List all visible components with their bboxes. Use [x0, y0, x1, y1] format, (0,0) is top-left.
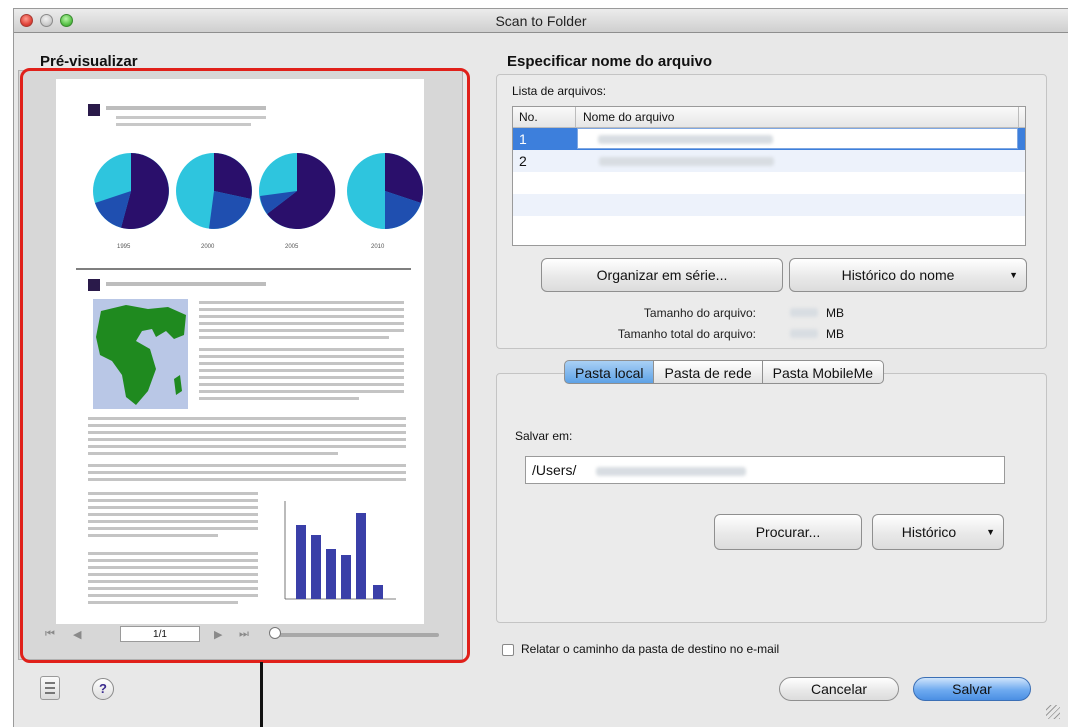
report-path-checkbox[interactable]: [502, 644, 514, 656]
window-title: Scan to Folder: [495, 13, 587, 29]
total-size-unit: MB: [826, 327, 844, 341]
tab-network-folder[interactable]: Pasta de rede: [653, 360, 763, 384]
title-bar: Scan to Folder: [14, 9, 1068, 33]
table-row-empty: [513, 172, 1025, 194]
file-list-table[interactable]: No. Nome do arquivo 1 2: [512, 106, 1026, 246]
report-path-label[interactable]: Relatar o caminho da pasta de destino no…: [521, 642, 779, 656]
tab-local-folder[interactable]: Pasta local: [564, 360, 655, 384]
total-size-value: [790, 329, 818, 338]
dropdown-arrow-icon: ▼: [1009, 270, 1018, 280]
preview-highlight-callout: [20, 68, 470, 663]
table-row[interactable]: 2: [513, 150, 1025, 172]
organize-series-button[interactable]: Organizar em série...: [541, 258, 783, 292]
table-row[interactable]: 1: [513, 128, 1025, 150]
browse-button[interactable]: Procurar...: [714, 514, 862, 550]
file-size-unit: MB: [826, 306, 844, 320]
save-history-label: Histórico: [901, 524, 957, 540]
filename-section-title: Especificar nome do arquivo: [507, 53, 713, 70]
column-filename[interactable]: Nome do arquivo: [583, 110, 674, 124]
tab-mobileme-folder[interactable]: Pasta MobileMe: [761, 360, 885, 384]
column-no[interactable]: No.: [519, 110, 538, 124]
name-history-label: Histórico do nome: [841, 267, 955, 283]
file-list-label: Lista de arquivos:: [512, 84, 607, 98]
resize-grip[interactable]: [1046, 705, 1060, 719]
file-list-header: No. Nome do arquivo: [513, 107, 1025, 128]
name-history-button[interactable]: Histórico do nome ▼: [789, 258, 1027, 292]
help-icon[interactable]: ?: [92, 678, 114, 700]
folder-tab-panel: [496, 373, 1047, 623]
save-history-button[interactable]: Histórico ▼: [872, 514, 1004, 550]
save-path-prefix: /Users/: [532, 462, 577, 478]
table-row-empty: [513, 194, 1025, 216]
filename-edit-field[interactable]: [577, 128, 1018, 149]
save-button[interactable]: Salvar: [913, 677, 1031, 701]
file-size-label: Tamanho do arquivo:: [643, 306, 756, 320]
callout-pointer-line: [260, 662, 263, 727]
document-list-icon[interactable]: [40, 676, 60, 700]
table-row-empty: [513, 216, 1025, 238]
dropdown-arrow-icon: ▼: [986, 527, 995, 537]
save-path-field[interactable]: /Users/: [525, 456, 1005, 484]
cancel-button[interactable]: Cancelar: [779, 677, 899, 701]
file-size-value: [790, 308, 818, 317]
save-in-label: Salvar em:: [515, 429, 573, 443]
total-size-label: Tamanho total do arquivo:: [617, 327, 756, 341]
folder-tabs: Pasta local Pasta de rede Pasta MobileMe: [564, 360, 885, 384]
